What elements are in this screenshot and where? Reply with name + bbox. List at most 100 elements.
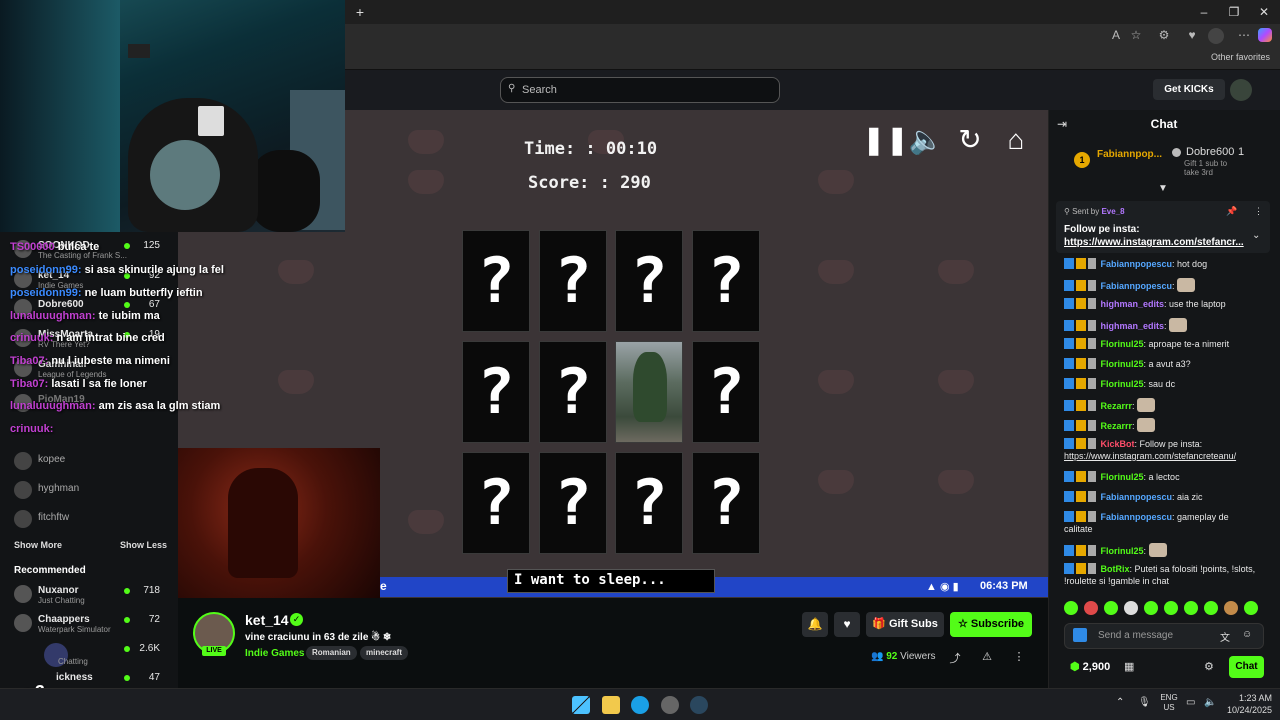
badge-icons xyxy=(1064,320,1098,331)
strip-text: e xyxy=(380,579,387,593)
memory-card[interactable]: ? xyxy=(615,230,683,332)
leaderboard-rank-badge: 1 xyxy=(1074,152,1090,168)
pin-icon: ⚲ xyxy=(1064,207,1073,216)
read-aloud-icon[interactable]: A xyxy=(1108,28,1124,44)
channel-avatar xyxy=(14,481,32,499)
profile-icon[interactable] xyxy=(1208,28,1224,44)
badge-icons xyxy=(1064,358,1098,369)
stream-category-link[interactable]: Indie Games xyxy=(245,648,304,659)
badge-icons xyxy=(1064,298,1098,309)
microphone-icon[interactable]: 🎙 xyxy=(1138,697,1151,708)
show-more-button[interactable]: Show More xyxy=(14,540,62,550)
translate-icon[interactable]: 文 xyxy=(1220,629,1230,644)
memory-card[interactable]: ? xyxy=(692,452,760,554)
send-chat-button[interactable]: Chat xyxy=(1229,656,1264,678)
stream-tag[interactable]: minecraft xyxy=(360,646,409,660)
memory-card[interactable]: ? xyxy=(615,452,683,554)
channel-name: Chaappers xyxy=(38,614,90,625)
restart-icon[interactable]: ↻ xyxy=(952,122,988,158)
sidebar-channel-offline[interactable]: kopee xyxy=(14,452,174,472)
chat-message: Florinul25: a avut a3? xyxy=(1064,358,1272,370)
pinned-menu-icon[interactable]: ⋮ xyxy=(1254,206,1263,217)
windows-start-icon[interactable] xyxy=(572,696,590,714)
other-favorites-link[interactable]: Other favorites xyxy=(1211,52,1270,62)
minimize-icon[interactable]: – xyxy=(1196,4,1212,20)
steam-icon[interactable] xyxy=(690,696,708,714)
gift-icon: 🎁 xyxy=(872,618,889,630)
recommended-channel[interactable]: Nuxanor Just Chatting 718 xyxy=(14,585,174,605)
favorite-star-icon[interactable]: ☆ xyxy=(1128,28,1144,44)
channel-points[interactable]: ⬢ 2,900 xyxy=(1070,660,1110,673)
emote-image xyxy=(1137,398,1156,412)
language-indicator[interactable]: ENG US xyxy=(1158,693,1180,713)
home-icon[interactable]: ⌂ xyxy=(998,122,1034,158)
badge-icons xyxy=(1064,400,1098,411)
streamer-name[interactable]: ket_14 xyxy=(245,612,289,628)
memory-card[interactable]: ? xyxy=(692,341,760,443)
get-kicks-button[interactable]: Get KICKs xyxy=(1153,79,1225,100)
memory-card[interactable]: ? xyxy=(462,452,530,554)
sidebar-channel-offline[interactable]: hyghman xyxy=(14,481,174,501)
emoji-icon[interactable]: ☺ xyxy=(1242,629,1252,640)
leaderboard-first-name: Fabiannpop... xyxy=(1097,149,1162,160)
file-explorer-icon[interactable] xyxy=(602,696,620,714)
new-tab-button[interactable]: + xyxy=(352,4,368,20)
store-icon[interactable]: ▦ xyxy=(1124,660,1134,673)
memory-card[interactable]: ? xyxy=(539,452,607,554)
share-icon[interactable]: ⤴ xyxy=(948,650,962,665)
user-avatar[interactable] xyxy=(1230,79,1252,101)
expand-leaderboard-icon[interactable]: ▼ xyxy=(1158,183,1168,194)
chat-link[interactable]: https://www.instagram.com/stefancreteanu… xyxy=(1064,451,1236,461)
collapse-chat-icon[interactable]: ⇥ xyxy=(1057,117,1067,131)
memory-card[interactable]: ? xyxy=(462,341,530,443)
gift-subs-button[interactable]: 🎁 Gift Subs xyxy=(866,612,944,637)
pinned-expand-icon[interactable]: ⌄ xyxy=(1252,230,1260,241)
unpin-icon[interactable]: 📌 xyxy=(1226,206,1237,217)
search-placeholder: Search xyxy=(522,84,557,96)
volume-icon[interactable]: 🔈 xyxy=(1204,697,1216,708)
network-icon[interactable]: ▭ xyxy=(1186,697,1195,708)
kick-badge-icon[interactable] xyxy=(1073,628,1087,642)
memory-card[interactable]: ? xyxy=(539,230,607,332)
taskbar-time[interactable]: 1:23 AM xyxy=(1236,693,1272,703)
memory-card[interactable]: ? xyxy=(692,230,760,332)
subscribe-button[interactable]: ☆ Subscribe xyxy=(950,612,1032,637)
emote-quick-bar[interactable] xyxy=(1064,601,1274,615)
maximize-icon[interactable]: ❐ xyxy=(1226,4,1242,20)
notifications-bell-button[interactable]: 🔔 xyxy=(802,612,828,637)
recommended-channel[interactable]: Chatting 2.6K xyxy=(14,643,174,667)
browser-essentials-icon[interactable]: ♥ xyxy=(1184,28,1200,44)
recommended-heading: Recommended xyxy=(14,565,86,576)
memory-card[interactable]: ? xyxy=(539,341,607,443)
memory-card-revealed[interactable] xyxy=(615,341,683,443)
taskbar-date[interactable]: 10/24/2025 xyxy=(1226,705,1272,715)
stream-tag[interactable]: Romanian xyxy=(306,646,357,660)
extensions-icon[interactable]: ⚙ xyxy=(1156,28,1172,44)
more-options-icon[interactable]: ⋮ xyxy=(1012,650,1026,664)
close-icon[interactable]: ✕ xyxy=(1256,4,1272,20)
chat-title: Chat xyxy=(1150,117,1178,131)
edge-browser-icon[interactable] xyxy=(631,696,649,714)
report-icon[interactable]: ⚠ xyxy=(980,650,994,664)
follow-heart-button[interactable]: ♥ xyxy=(834,612,860,637)
chat-message: Rezarrr: xyxy=(1064,418,1272,432)
overlay-chat-line: poseidonn99: ne luam butterfly ieftin xyxy=(10,287,203,299)
leaderboard-second-count: 1 xyxy=(1238,146,1245,158)
show-less-button[interactable]: Show Less xyxy=(120,540,167,550)
badge-icons xyxy=(1064,420,1098,431)
pause-icon[interactable]: ❚❚ xyxy=(862,122,909,158)
copilot-icon[interactable] xyxy=(1258,28,1272,42)
chat-input-placeholder: Send a message xyxy=(1098,630,1174,641)
pinned-link[interactable]: https://www.instagram.com/stefancr... xyxy=(1064,237,1244,248)
leaderboard-second-name: Dobre600 xyxy=(1186,146,1235,158)
subscribe-label: Subscribe xyxy=(970,618,1025,630)
menu-dots-icon[interactable]: ⋯ xyxy=(1236,28,1252,44)
obs-icon[interactable] xyxy=(661,696,679,714)
tray-chevron-icon[interactable]: ⌃ xyxy=(1116,697,1124,708)
sound-icon[interactable]: 🔈 xyxy=(908,122,944,158)
sidebar-channel-offline[interactable]: fitchftw xyxy=(14,510,174,530)
memory-card[interactable]: ? xyxy=(462,230,530,332)
gift-subs-label: Gift Subs xyxy=(888,618,938,630)
recommended-channel[interactable]: Chaappers Waterpark Simulator 72 xyxy=(14,614,174,634)
chat-settings-icon[interactable]: ⚙ xyxy=(1204,660,1214,673)
